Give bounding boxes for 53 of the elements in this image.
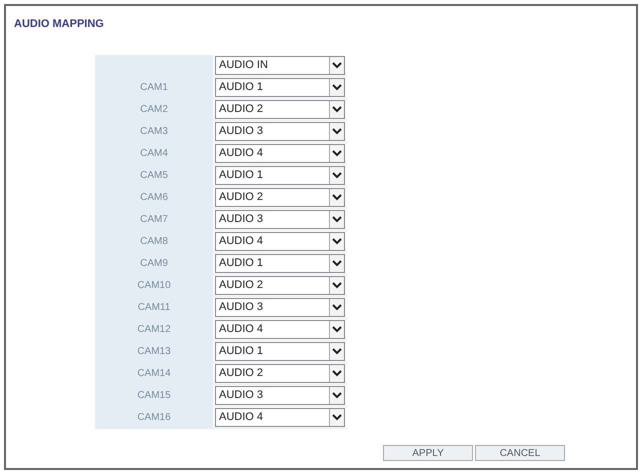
chevron-down-icon [332,369,342,377]
action-button[interactable]: APPLY [383,444,473,460]
camera-label-cell: CAM5 [95,164,213,186]
page-title: AUDIO MAPPING [13,17,105,32]
audio-dropdown[interactable]: AUDIO 2 [215,188,345,206]
chevron-down-icon [332,281,342,289]
camera-label-cell: CAM1 [95,76,213,98]
camera-label-cell: CAM2 [95,98,213,120]
audio-dropdown[interactable]: AUDIO 3 [215,122,345,140]
audio-dropdown[interactable]: AUDIO 4 [215,320,345,338]
camera-label-cell: CAM14 [95,362,213,384]
camera-label-cell: CAM4 [95,142,213,164]
camera-label-cell: CAM3 [95,120,213,142]
audio-dropdown[interactable]: AUDIO 1 [215,254,345,272]
audio-dropdown[interactable]: AUDIO 2 [215,100,345,118]
chevron-down-icon [332,105,342,113]
chevron-down-icon [332,237,342,245]
camera-label-cell: CAM13 [95,340,213,362]
chevron-down-icon [332,127,342,135]
camera-label-cell: CAM12 [95,318,213,340]
camera-label-cell: CAM15 [95,384,213,406]
chevron-down-icon [332,391,342,399]
audio-dropdown[interactable]: AUDIO 3 [215,386,345,404]
camera-label-cell: CAM16 [95,406,213,428]
chevron-down-icon [332,325,342,333]
audio-dropdown[interactable]: AUDIO 3 [215,298,345,316]
audio-dropdown[interactable]: AUDIO 3 [215,210,345,228]
camera-label-cell: CAM7 [95,208,213,230]
chevron-down-icon [332,61,342,69]
chevron-down-icon [332,83,342,91]
camera-label-cell: CAM8 [95,230,213,252]
camera-label-cell: CAM6 [95,186,213,208]
audio-dropdown[interactable]: AUDIO IN [215,56,345,74]
audio-dropdown[interactable]: AUDIO 4 [215,408,345,426]
chevron-down-icon [332,347,342,355]
camera-label-cell: CAM10 [95,274,213,296]
audio-dropdown[interactable]: AUDIO 1 [215,342,345,360]
chevron-down-icon [332,193,342,201]
audio-dropdown[interactable]: AUDIO 1 [215,166,345,184]
audio-dropdown[interactable]: AUDIO 1 [215,78,345,96]
chevron-down-icon [332,149,342,157]
audio-dropdown[interactable]: AUDIO 2 [215,276,345,294]
camera-label-cell: CAM11 [95,296,213,318]
audio-dropdown[interactable]: AUDIO 4 [215,232,345,250]
chevron-down-icon [332,215,342,223]
chevron-down-icon [332,413,342,421]
audio-dropdown[interactable]: AUDIO 4 [215,144,345,162]
camera-label-cell: CAM9 [95,252,213,274]
action-button[interactable]: CANCEL [475,444,565,460]
audio-dropdown[interactable]: AUDIO 2 [215,364,345,382]
chevron-down-icon [332,171,342,179]
chevron-down-icon [332,259,342,267]
chevron-down-icon [332,303,342,311]
